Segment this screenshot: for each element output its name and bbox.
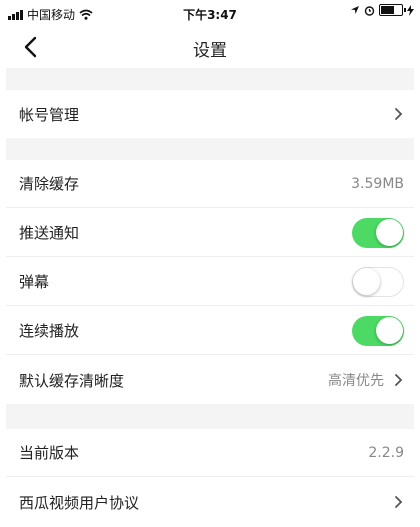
danmaku-toggle[interactable]: [352, 266, 404, 297]
section-divider: [6, 138, 414, 160]
version-number: 2.2.9: [368, 444, 404, 461]
push-notification-row: 推送通知: [6, 209, 414, 257]
account-management-label: 帐号管理: [19, 105, 80, 124]
account-management-row[interactable]: 帐号管理: [6, 90, 414, 138]
autoplay-row: 连续播放: [6, 307, 414, 355]
chevron-right-icon: [395, 108, 403, 120]
navigation-bar: 设置: [0, 26, 420, 68]
status-right: [350, 4, 414, 16]
location-arrow-icon: [351, 6, 359, 14]
autoplay-toggle[interactable]: [352, 315, 404, 346]
current-version-label: 当前版本: [19, 444, 80, 462]
status-bar: 中国移动 下午3:47: [0, 0, 420, 26]
default-cache-quality-label: 默认缓存清晰度: [19, 371, 125, 390]
danmaku-row: 弹幕: [6, 258, 414, 306]
clear-cache-row[interactable]: 清除缓存 3.59MB: [6, 160, 414, 208]
chevron-right-icon: [395, 374, 403, 386]
push-notification-label: 推送通知: [19, 224, 80, 242]
alarm-icon: [364, 5, 375, 16]
danmaku-label: 弹幕: [19, 273, 50, 291]
page-title: 设置: [193, 41, 227, 61]
battery-icon: [379, 4, 406, 16]
clear-cache-label: 清除缓存: [19, 175, 80, 193]
cache-size-value: 3.59MB: [351, 175, 404, 192]
current-version-row: 当前版本 2.2.9: [6, 429, 414, 477]
section-divider: [6, 68, 414, 90]
user-agreement-row[interactable]: 西瓜视频用户协议: [6, 478, 414, 526]
chevron-right-icon: [395, 496, 403, 508]
section-divider: [6, 404, 414, 429]
default-cache-quality-row[interactable]: 默认缓存清晰度 高清优先: [6, 356, 414, 404]
user-agreement-label: 西瓜视频用户协议: [19, 493, 140, 512]
push-notification-toggle[interactable]: [352, 217, 404, 248]
charging-bolt-icon: [407, 4, 414, 16]
autoplay-label: 连续播放: [19, 322, 80, 340]
cache-quality-value: 高清优先: [328, 373, 384, 389]
